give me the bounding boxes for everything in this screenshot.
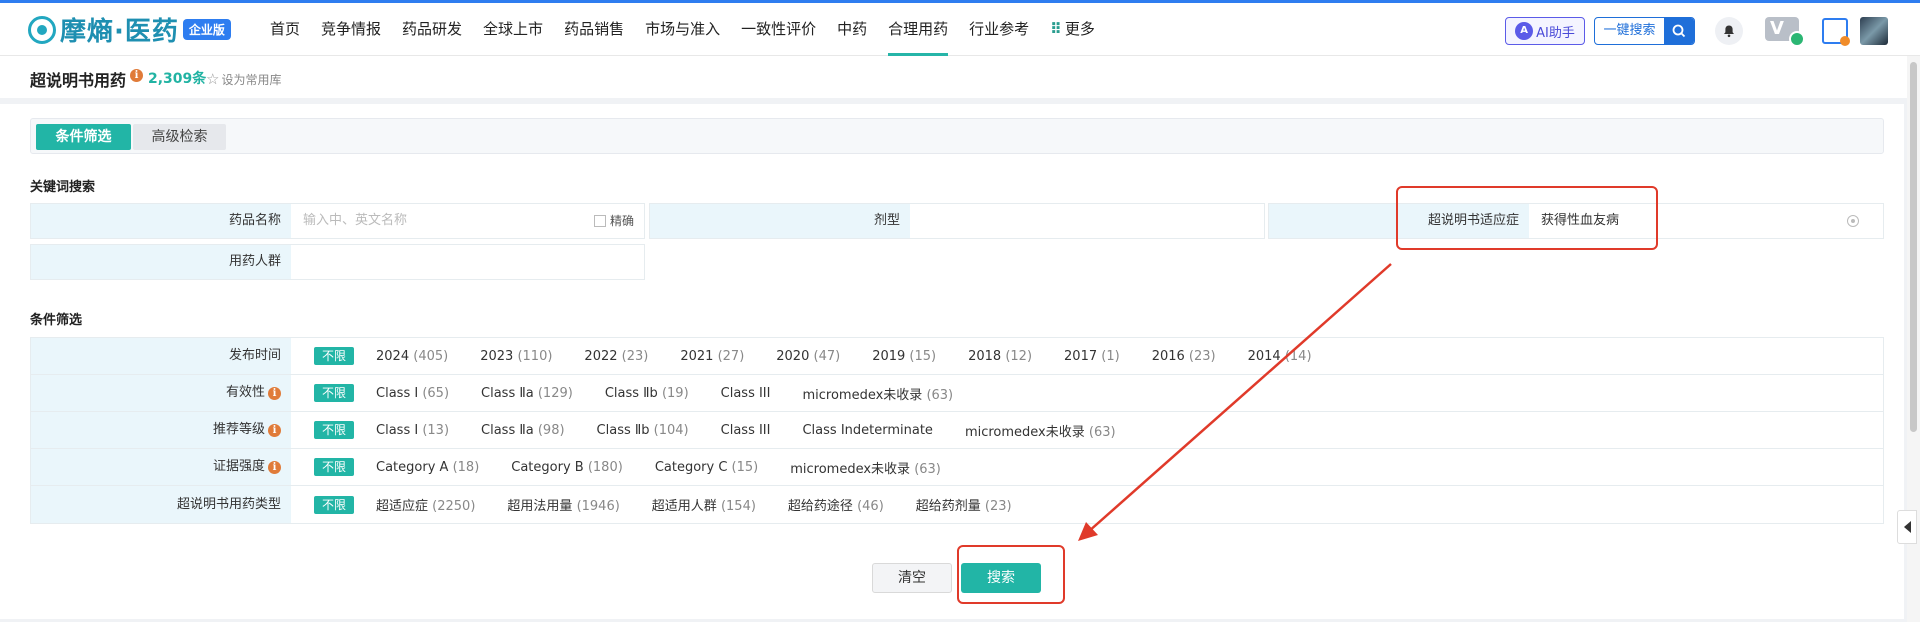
caret-left-icon [1903,521,1911,533]
side-panel-toggle[interactable] [1897,510,1917,544]
annotation-arrow [1078,263,1392,541]
scroll-thumb[interactable] [1910,62,1917,432]
